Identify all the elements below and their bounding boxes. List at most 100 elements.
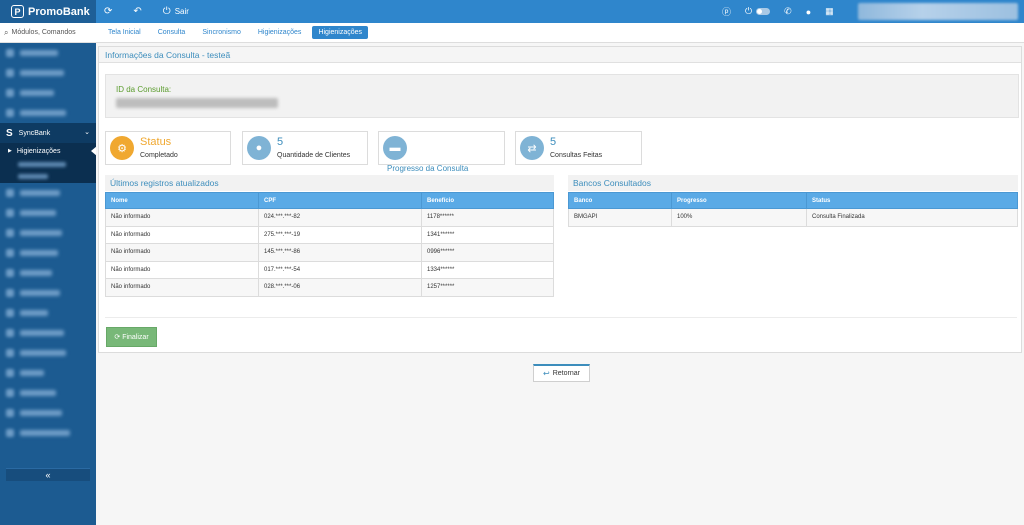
sidebar-item[interactable] [0, 343, 96, 363]
cell-nome: Não informado [105, 278, 259, 297]
sidebar-subitem[interactable] [0, 171, 96, 183]
search-icon: ⌕ [4, 27, 9, 37]
sidebar: ⌕ Módulos, Comandos S SyncBank ⌄ ▶ Higie… [0, 23, 97, 525]
status-value: Status [140, 136, 172, 148]
logout-label: Sair [174, 7, 189, 16]
logout-button[interactable]: ⏻ Sair [163, 6, 189, 17]
column-header[interactable]: Benefício [421, 192, 554, 209]
records-table: Nome CPF Benefício Não informado 024.***… [105, 192, 554, 297]
sidebar-item[interactable] [0, 83, 96, 103]
consultas-value: 5 [550, 136, 557, 148]
panel-title: Informações da Consulta - testeã [99, 47, 1021, 63]
syncbank-label: SyncBank [18, 129, 51, 137]
return-icon: ↩ [543, 369, 550, 378]
sidebar-item[interactable] [0, 103, 96, 123]
id-box: ID da Consulta: [105, 74, 1019, 118]
sidebar-item[interactable] [0, 383, 96, 403]
brand-badge-icon[interactable]: ⓟ [722, 5, 731, 18]
sidebar-item[interactable] [0, 403, 96, 423]
clientes-label: Quantidade de Clientes [277, 152, 351, 159]
sidebar-item[interactable] [0, 323, 96, 343]
cell-cpf: 145.***.***-86 [258, 243, 422, 262]
refresh-button[interactable]: ⟳ [104, 6, 116, 17]
cell-cpf: 028.***.***-06 [258, 278, 422, 297]
column-header[interactable]: Nome [105, 192, 259, 209]
records-title: Últimos registros atualizados [105, 175, 554, 191]
status-text: Completado [140, 152, 178, 159]
table-row: Não informado 024.***.***-82 1178****** [105, 208, 554, 227]
cell-cpf: 017.***.***-54 [258, 260, 422, 279]
column-header[interactable]: Banco [568, 192, 672, 209]
double-chevron-left-icon: « [45, 470, 51, 480]
collapse-sidebar-button[interactable]: « [6, 468, 90, 481]
clientes-value: 5 [277, 136, 284, 148]
mode-toggle[interactable] [756, 8, 771, 15]
calendar-icon[interactable]: ▦ [825, 6, 834, 17]
retornar-label: Retornar [552, 370, 580, 377]
phone-icon[interactable]: ✆ [784, 6, 792, 17]
sidebar-item[interactable] [0, 423, 96, 443]
module-search[interactable]: ⌕ Módulos, Comandos [0, 23, 96, 43]
user-menu[interactable] [858, 3, 1018, 20]
user-icon: ● [247, 136, 271, 160]
sidebar-item[interactable] [0, 283, 96, 303]
toolbar-left: ⟳ ↶ ⏻ Sair [104, 0, 206, 23]
consulta-panel: Informações da Consulta - testeã ID da C… [98, 46, 1022, 353]
refresh-icon: ⟳ [114, 334, 121, 341]
column-header[interactable]: Progresso [671, 192, 807, 209]
chevron-down-icon: ⌄ [84, 129, 90, 136]
tab-sincronismo[interactable]: Sincronismo [196, 26, 247, 39]
progress-infobox: ▬ [378, 131, 505, 165]
sidebar-item[interactable] [0, 243, 96, 263]
table-row: Não informado 145.***.***-86 0996****** [105, 243, 554, 262]
column-header[interactable]: Status [806, 192, 1018, 209]
progress-label: Progresso da Consulta [387, 164, 469, 173]
cell-banco: BMGAPI [568, 208, 672, 227]
cell-beneficio: 1341****** [421, 225, 554, 244]
toolbar-right: ⓟ ⏻ ✆ ● ▦ [722, 0, 848, 23]
column-header[interactable]: CPF [258, 192, 422, 209]
sidebar-item[interactable] [0, 63, 96, 83]
progress-icon: ▬ [383, 136, 407, 160]
exchange-icon: ⇄ [520, 136, 544, 160]
sidebar-subitem[interactable] [0, 159, 96, 171]
tab-bar: Tela Inicial Consulta Sincronismo Higien… [96, 23, 1024, 43]
user-icon[interactable]: ● [806, 7, 811, 17]
cell-status: Consulta Finalizada [806, 208, 1018, 227]
sidebar-item[interactable] [0, 263, 96, 283]
brand-logo[interactable]: P PromoBank [0, 0, 96, 23]
sidebar-item[interactable] [0, 303, 96, 323]
cell-cpf: 275.***.***-19 [258, 225, 422, 244]
banks-title: Bancos Consultados [568, 175, 1018, 191]
id-value-redacted [116, 98, 278, 108]
sidebar-item[interactable] [0, 363, 96, 383]
cell-beneficio: 1334****** [421, 260, 554, 279]
sidebar-item-higienizacoes[interactable]: ▶ Higienizações [0, 143, 97, 159]
banks-table: Banco Progresso Status BMGAPI 100% Consu… [568, 192, 1018, 227]
sidebar-section-syncbank[interactable]: S SyncBank ⌄ [0, 123, 96, 143]
back-button[interactable]: ↶ [133, 6, 145, 17]
undo-icon: ↶ [133, 6, 142, 17]
brand-name: PromoBank [28, 5, 90, 18]
gear-icon: ⚙ [110, 136, 134, 160]
retornar-button[interactable]: ↩ Retornar [533, 364, 590, 382]
finalizar-label: Finalizar [122, 333, 149, 341]
sidebar-item[interactable] [0, 223, 96, 243]
power-icon: ⏻ [162, 6, 171, 17]
table-row: BMGAPI 100% Consulta Finalizada [568, 208, 1018, 227]
table-row: Não informado 017.***.***-54 1334****** [105, 260, 554, 279]
sidebar-item[interactable] [0, 43, 96, 63]
consultas-label: Consultas Feitas [550, 152, 603, 159]
cell-nome: Não informado [105, 225, 259, 244]
tab-consulta[interactable]: Consulta [152, 26, 192, 39]
cell-nome: Não informado [105, 260, 259, 279]
tab-higienizacoes[interactable]: Higienizações [252, 26, 308, 39]
finalizar-button[interactable]: ⟳ Finalizar [106, 327, 157, 347]
tab-higienizacoes-active[interactable]: Higienizações [312, 26, 369, 39]
caret-right-icon: ▶ [8, 148, 12, 154]
cell-beneficio: 0996****** [421, 243, 554, 262]
sidebar-item[interactable] [0, 183, 96, 203]
tab-tela-inicial[interactable]: Tela Inicial [102, 26, 147, 39]
sidebar-item[interactable] [0, 203, 96, 223]
power-toggle-icon[interactable]: ⏻ [745, 6, 752, 17]
